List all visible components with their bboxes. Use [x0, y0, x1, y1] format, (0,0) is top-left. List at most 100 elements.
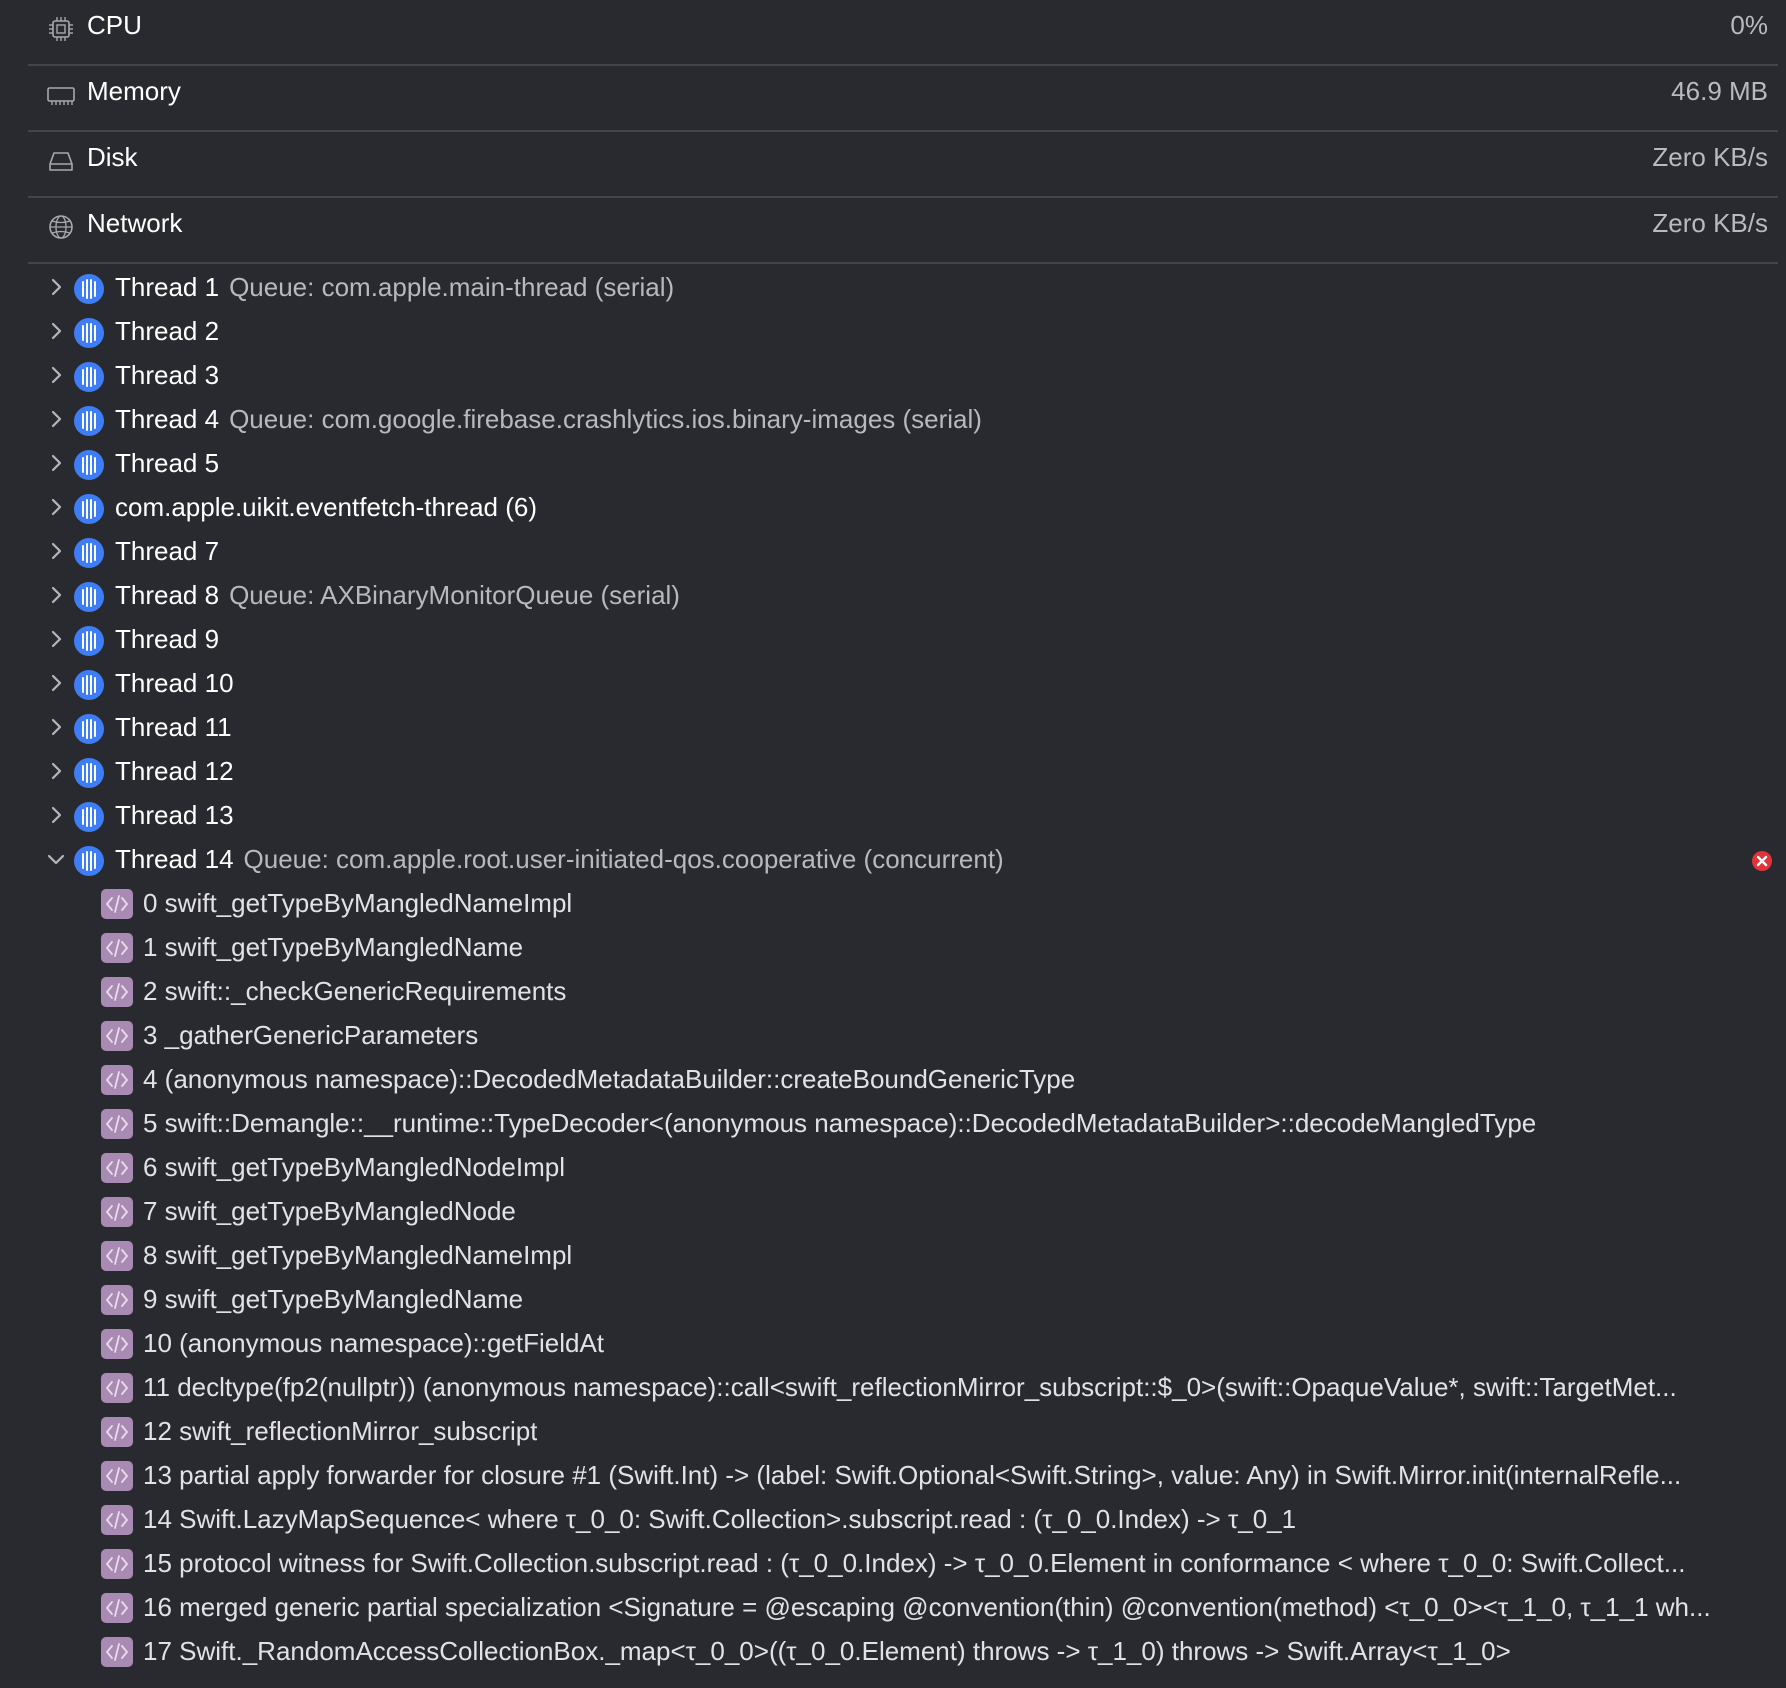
thread-name: Thread 1 — [115, 272, 220, 302]
gauge-value: Zero KB/s — [1652, 142, 1768, 172]
gauge-memory[interactable]: Memory 46.9 MB — [28, 66, 1778, 132]
thread-label: Thread 1 Queue: com.apple.main-thread (se… — [115, 272, 674, 303]
gauge-disk[interactable]: Disk Zero KB/s — [28, 132, 1778, 198]
thread-row[interactable]: Thread 3 — [0, 354, 1786, 398]
thread-row[interactable]: Thread 5 — [0, 442, 1786, 486]
thread-queue: Queue: com.apple.main-thread (serial) — [229, 272, 675, 302]
stack-frame-row[interactable]: 3 _gatherGenericParameters — [0, 1014, 1786, 1058]
thread-label: Thread 12 — [115, 756, 234, 787]
stack-frame-label: 11 decltype(fp2(nullptr)) (anonymous nam… — [143, 1372, 1677, 1402]
stack-frame-row[interactable]: 17 Swift._RandomAccessCollectionBox._map… — [0, 1630, 1786, 1674]
thread-row-expanded[interactable]: Thread 14 Queue: com.apple.root.user-init… — [0, 838, 1786, 882]
thread-name: Thread 12 — [115, 756, 234, 786]
thread-row[interactable]: Thread 4 Queue: com.google.firebase.crash… — [0, 398, 1786, 442]
thread-name: Thread 8 — [115, 580, 220, 610]
thread-icon — [73, 581, 105, 613]
gauge-label: Memory — [87, 76, 181, 106]
stack-frame-row[interactable]: 8 swift_getTypeByMangledNameImpl — [0, 1234, 1786, 1278]
thread-icon — [73, 625, 105, 657]
stack-frame-row[interactable]: 14 Swift.LazyMapSequence< where τ_0_0: S… — [0, 1498, 1786, 1542]
thread-row[interactable]: Thread 10 — [0, 662, 1786, 706]
chevron-down-icon[interactable] — [44, 847, 68, 871]
chevron-right-icon[interactable] — [44, 583, 68, 607]
chevron-right-icon[interactable] — [44, 759, 68, 783]
stack-frame-label: 12 swift_reflectionMirror_subscript — [143, 1416, 538, 1446]
gauge-cpu[interactable]: CPU 0% — [28, 0, 1778, 66]
stack-frame-label: 13 partial apply forwarder for closure #… — [143, 1460, 1682, 1490]
stack-frame-row[interactable]: 16 merged generic partial specialization… — [0, 1586, 1786, 1630]
stack-frame-label: 10 (anonymous namespace)::getFieldAt — [143, 1328, 605, 1358]
chevron-right-icon[interactable] — [44, 671, 68, 695]
chevron-right-icon[interactable] — [44, 363, 68, 387]
thread-icon — [73, 361, 105, 393]
thread-row[interactable]: Thread 7 — [0, 530, 1786, 574]
gauge-network[interactable]: Network Zero KB/s — [28, 198, 1778, 264]
chevron-right-icon[interactable] — [44, 803, 68, 827]
stack-frame-label: 6 swift_getTypeByMangledNodeImpl — [143, 1152, 566, 1182]
code-frame-icon — [101, 1637, 133, 1667]
chevron-right-icon[interactable] — [44, 319, 68, 343]
chevron-right-icon[interactable] — [44, 275, 68, 299]
stack-frame-row[interactable]: 1 swift_getTypeByMangledName — [0, 926, 1786, 970]
debug-navigator: CPU 0% Memory 46.9 MB Disk Zero KB/s Net… — [0, 0, 1786, 1667]
thread-name: Thread 11 — [115, 712, 232, 742]
code-frame-icon — [101, 1593, 133, 1623]
code-frame-icon — [101, 1153, 133, 1183]
error-badge-icon[interactable] — [1751, 850, 1773, 872]
thread-label: Thread 3 — [115, 360, 219, 391]
thread-label: Thread 14 Queue: com.apple.root.user-init… — [115, 844, 1004, 875]
stack-frame-row[interactable]: 6 swift_getTypeByMangledNodeImpl — [0, 1146, 1786, 1190]
thread-icon — [73, 537, 105, 569]
thread-name: Thread 7 — [115, 536, 220, 566]
thread-row[interactable]: com.apple.uikit.eventfetch-thread (6) — [0, 486, 1786, 530]
stack-frame-row[interactable]: 5 swift::Demangle::__runtime::TypeDecode… — [0, 1102, 1786, 1146]
thread-name: Thread 5 — [115, 448, 220, 478]
network-icon — [46, 212, 76, 242]
chevron-right-icon[interactable] — [44, 495, 68, 519]
chevron-right-icon[interactable] — [44, 451, 68, 475]
chevron-right-icon[interactable] — [44, 539, 68, 563]
chevron-right-icon[interactable] — [44, 715, 68, 739]
stack-frame-row[interactable]: 9 swift_getTypeByMangledName — [0, 1278, 1786, 1322]
code-frame-icon — [101, 1197, 133, 1227]
gauge-label: Disk — [87, 142, 138, 172]
thread-row[interactable]: Thread 2 — [0, 310, 1786, 354]
thread-row[interactable]: Thread 8 Queue: AXBinaryMonitorQueue (ser… — [0, 574, 1786, 618]
stack-frame-label: 7 swift_getTypeByMangledNode — [143, 1196, 516, 1226]
code-frame-icon — [101, 1373, 133, 1403]
stack-frame-row[interactable]: 12 swift_reflectionMirror_subscript — [0, 1410, 1786, 1454]
thread-row[interactable]: Thread 1 Queue: com.apple.main-thread (se… — [0, 266, 1786, 310]
thread-row[interactable]: Thread 11 — [0, 706, 1786, 750]
code-frame-icon — [101, 1109, 133, 1139]
stack-frame-label: 14 Swift.LazyMapSequence< where τ_0_0: S… — [143, 1504, 1297, 1534]
thread-row[interactable]: Thread 13 — [0, 794, 1786, 838]
code-frame-icon — [101, 889, 133, 919]
code-frame-icon — [101, 1021, 133, 1051]
code-frame-icon — [101, 1505, 133, 1535]
stack-frame-row[interactable]: 15 protocol witness for Swift.Collection… — [0, 1542, 1786, 1586]
stack-frame-label: 4 (anonymous namespace)::DecodedMetadata… — [143, 1064, 1076, 1094]
cpu-icon — [46, 14, 76, 44]
thread-name: Thread 10 — [115, 668, 234, 698]
thread-queue: Queue: AXBinaryMonitorQueue (serial) — [229, 580, 680, 610]
stack-frame-label: 5 swift::Demangle::__runtime::TypeDecode… — [143, 1108, 1537, 1138]
stack-frame-row[interactable]: 11 decltype(fp2(nullptr)) (anonymous nam… — [0, 1366, 1786, 1410]
thread-icon — [73, 405, 105, 437]
thread-row[interactable]: Thread 12 — [0, 750, 1786, 794]
stack-frame-row[interactable]: 10 (anonymous namespace)::getFieldAt — [0, 1322, 1786, 1366]
memory-icon — [46, 80, 76, 110]
stack-frame-row[interactable]: 7 swift_getTypeByMangledNode — [0, 1190, 1786, 1234]
thread-name: Thread 4 — [115, 404, 220, 434]
disk-icon — [46, 146, 76, 176]
chevron-right-icon[interactable] — [44, 407, 68, 431]
chevron-right-icon[interactable] — [44, 627, 68, 651]
stack-frame-row[interactable]: 13 partial apply forwarder for closure #… — [0, 1454, 1786, 1498]
stack-frame-label: 0 swift_getTypeByMangledNameImpl — [143, 888, 573, 918]
thread-name: Thread 14 — [115, 844, 234, 874]
code-frame-icon — [101, 1549, 133, 1579]
stack-frame-label: 16 merged generic partial specialization… — [143, 1592, 1711, 1622]
stack-frame-row[interactable]: 0 swift_getTypeByMangledNameImpl — [0, 882, 1786, 926]
thread-row[interactable]: Thread 9 — [0, 618, 1786, 662]
stack-frame-row[interactable]: 4 (anonymous namespace)::DecodedMetadata… — [0, 1058, 1786, 1102]
stack-frame-row[interactable]: 2 swift::_checkGenericRequirements — [0, 970, 1786, 1014]
